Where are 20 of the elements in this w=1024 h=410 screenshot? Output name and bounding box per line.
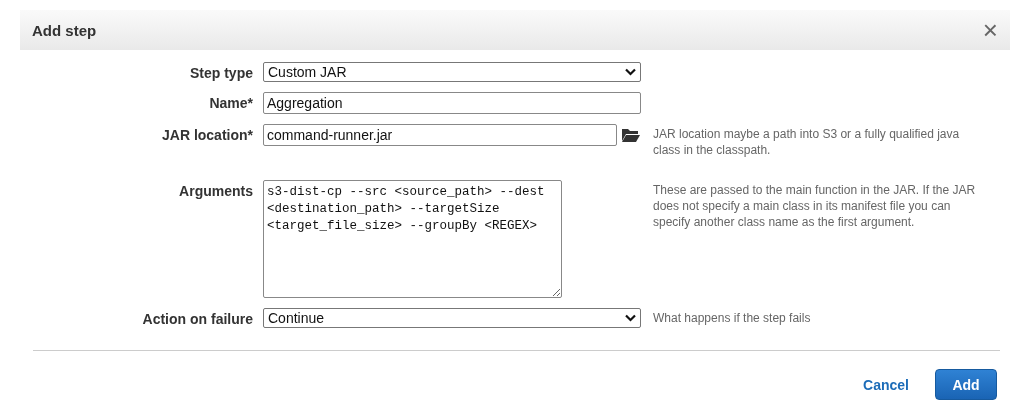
- add-button[interactable]: Add: [935, 369, 997, 400]
- field-label: Arguments: [178, 182, 253, 199]
- close-button[interactable]: ×: [982, 17, 998, 43]
- caret-icon: [625, 68, 636, 76]
- text-area[interactable]: s3-dist-cp --src <source_path> --dest <destination_path> --targetSize <target_file_size> --groupBy <REGEX>: [263, 180, 562, 298]
- help-text: JAR location maybe a path into S3 or a fully qualified java class in the classpath.: [653, 126, 961, 158]
- folder-icon[interactable]: [621, 127, 641, 143]
- help-text: These are passed to the main function in the JAR. If the JAR does not specify a main class in its manifest file you can specify another class name as the first argument.: [653, 182, 977, 230]
- field-label: Action on failure: [141, 310, 253, 327]
- dropdown[interactable]: Continue: [263, 308, 641, 328]
- help-text: What happens if the step fails: [653, 310, 812, 326]
- input-field[interactable]: command-runner.jar: [263, 124, 617, 146]
- field-label: Step type: [189, 64, 253, 81]
- cancel-button[interactable]: Cancel: [863, 376, 909, 393]
- dropdown[interactable]: Custom JAR: [263, 62, 641, 82]
- field-label: JAR location*: [161, 126, 253, 143]
- caret-icon: [625, 314, 636, 322]
- input-field[interactable]: Aggregation: [263, 92, 641, 114]
- field-label: Name*: [208, 94, 253, 111]
- dialog-title: Add step: [32, 21, 97, 39]
